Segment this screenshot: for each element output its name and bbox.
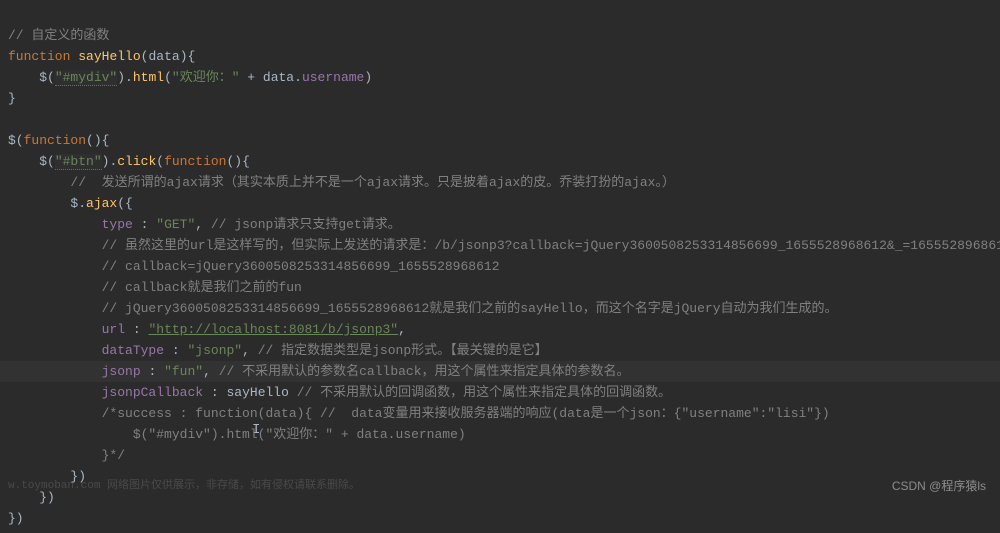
property: username <box>302 70 364 85</box>
prop-type: type <box>102 217 133 232</box>
selector-string: "#mydiv" <box>55 70 117 86</box>
method-ajax: ajax <box>86 196 117 211</box>
punct: ){ <box>180 49 196 64</box>
code-editor[interactable]: // 自定义的函数 function sayHello(data){ $("#m… <box>0 0 1000 533</box>
callback-ref: sayHello <box>226 385 288 400</box>
url-string: "http://localhost:8081/b/jsonp3" <box>148 322 398 337</box>
prop-jsonpCallback: jsonpCallback <box>102 385 203 400</box>
param: data <box>148 49 179 64</box>
method-html: html <box>133 70 164 85</box>
comment-block: /*success : function(data){ // data变量用来接… <box>102 406 830 421</box>
string-literal: "欢迎你：" <box>172 70 240 85</box>
watermark-label: CSDN @程序猿ls <box>892 476 986 497</box>
function-name: sayHello <box>78 49 140 64</box>
keyword-function: function <box>8 49 70 64</box>
selector-string: "#btn" <box>55 154 102 170</box>
comment-line: // 发送所谓的ajax请求（其实本质上并不是一个ajax请求。只是披着ajax… <box>70 175 675 190</box>
comment-line: // jQuery3600508253314856699_16555289686… <box>102 301 838 316</box>
jquery-dollar: $( <box>39 70 55 85</box>
comment-block: }*/ <box>102 448 125 463</box>
prop-dataType: dataType <box>102 343 164 358</box>
method-click: click <box>117 154 156 169</box>
comment-line: // callback就是我们之前的fun <box>102 280 302 295</box>
comment-line: // 自定义的函数 <box>8 28 109 43</box>
prop-url: url <box>102 322 125 337</box>
comment-line: // 虽然这里的url是这样写的，但实际上发送的请求是：/b/jsonp3?ca… <box>102 238 1000 253</box>
comment-line: // callback=jQuery3600508253314856699_16… <box>102 259 500 274</box>
prop-jsonp: jsonp <box>102 364 141 379</box>
comment-block: $("#mydiv").html("欢迎你：" + data.username) <box>102 427 466 442</box>
